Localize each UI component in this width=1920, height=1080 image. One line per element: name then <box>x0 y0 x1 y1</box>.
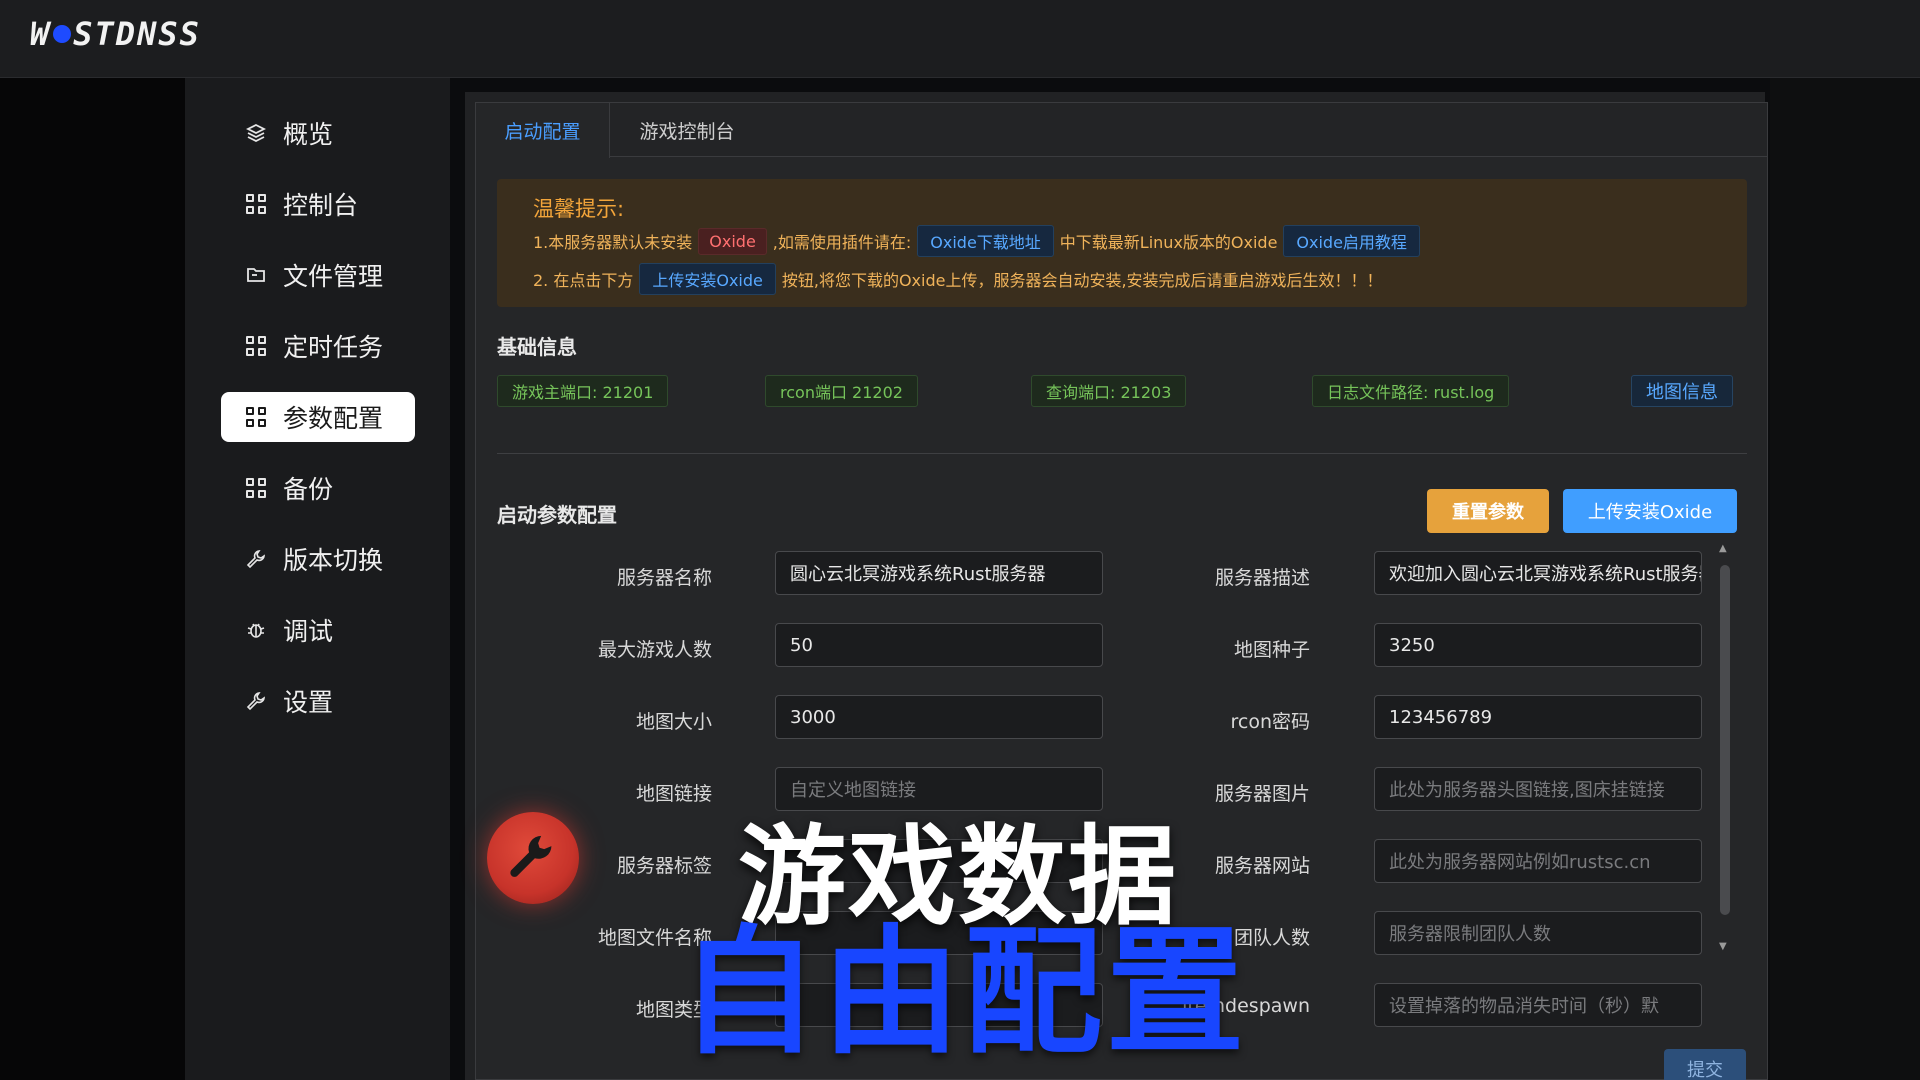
oxide-download-link[interactable]: Oxide下载地址 <box>917 225 1054 257</box>
notice-line-1: 1.本服务器默认未安装 Oxide ,如需使用插件请在: Oxide下载地址 中… <box>533 225 1426 257</box>
server-name-input[interactable]: 圆心云北冥游戏系统Rust服务器 <box>775 551 1103 595</box>
sidebar-item-files[interactable]: 文件管理 <box>221 250 415 300</box>
sidebar-item-label: 调试 <box>283 617 334 646</box>
sidebar-item-version[interactable]: 版本切换 <box>221 534 415 584</box>
top-bar: W STDNSS <box>0 0 1920 78</box>
basic-info-title: 基础信息 <box>497 335 577 359</box>
map-seed-input[interactable]: 3250 <box>1374 623 1702 667</box>
notice-text: 中下载最新Linux版本的Oxide <box>1059 233 1278 252</box>
scroll-up-icon[interactable]: ▲ <box>1719 543 1727 554</box>
scroll-thumb[interactable] <box>1720 565 1730 915</box>
field-label: 服务器名称 <box>616 567 712 589</box>
startup-config-title: 启动参数配置 <box>497 503 617 527</box>
upload-oxide-button[interactable]: 上传安装Oxide <box>1563 489 1737 533</box>
section-divider <box>497 453 1747 454</box>
submit-button[interactable]: 提交 <box>1664 1049 1746 1080</box>
sidebar-item-schedule[interactable]: 定时任务 <box>221 321 415 371</box>
sidebar-item-label: 参数配置 <box>283 404 384 433</box>
server-image-input[interactable]: 此处为服务器头图链接,图床挂链接 <box>1374 767 1702 811</box>
notice-text: 2. 在点击下方 <box>533 271 634 290</box>
sidebar-item-label: 概览 <box>283 120 334 149</box>
rcon-password-input[interactable]: 123456789 <box>1374 695 1702 739</box>
bug-icon <box>245 619 267 641</box>
notice-text: 1.本服务器默认未安装 <box>533 233 693 252</box>
tab-startup-config[interactable]: 启动配置 <box>476 103 610 158</box>
folder-icon <box>245 264 267 286</box>
oxide-tag: Oxide <box>698 227 767 255</box>
tab-bar: 启动配置 游戏控制台 <box>476 103 1767 158</box>
notice-title: 温馨提示: <box>533 197 625 221</box>
tab-game-console[interactable]: 游戏控制台 <box>610 103 764 157</box>
sidebar-item-overview[interactable]: 概览 <box>221 108 415 158</box>
server-description-input[interactable]: 欢迎加入圆心云北冥游戏系统Rust服务器 <box>1374 551 1702 595</box>
logo-dot-icon <box>53 25 72 43</box>
sidebar-item-debug[interactable]: 调试 <box>221 605 415 655</box>
grid-icon <box>245 335 267 357</box>
notice-text: 按钮,将您下载的Oxide上传，服务器会自动安装,安装完成后请重启游戏后生效！！… <box>781 271 1383 290</box>
grid-icon <box>245 477 267 499</box>
grid-icon <box>245 406 267 428</box>
right-gutter <box>1770 78 1920 1080</box>
notice-line-2: 2. 在点击下方 上传安装Oxide 按钮,将您下载的Oxide上传，服务器会自… <box>533 263 1383 295</box>
scroll-down-icon[interactable]: ▼ <box>1719 941 1727 952</box>
game-port-tag: 游戏主端口: 21201 <box>497 375 669 407</box>
map-info-button[interactable]: 地图信息 <box>1631 375 1733 407</box>
wrench-badge-icon <box>487 812 579 904</box>
overlay-caption-free-config: 自由配置 <box>680 912 1249 1073</box>
sidebar-item-settings[interactable]: 设置 <box>221 676 415 726</box>
layers-icon <box>245 122 267 144</box>
log-path-tag: 日志文件路径: rust.log <box>1312 375 1510 407</box>
warning-notice: 温馨提示: 1.本服务器默认未安装 Oxide ,如需使用插件请在: Oxide… <box>497 179 1747 307</box>
sidebar: 概览 控制台 文件管理 定时任务 参数配置 备份 版本切换 调试 设置 <box>185 78 450 1080</box>
left-gutter <box>0 78 185 1080</box>
map-size-input[interactable]: 3000 <box>775 695 1103 739</box>
upload-oxide-tag: 上传安装Oxide <box>639 263 776 295</box>
field-label: 地图链接 <box>635 783 712 805</box>
rcon-port-tag: rcon端口 21202 <box>765 375 918 407</box>
sidebar-item-label: 版本切换 <box>283 546 384 575</box>
sidebar-item-label: 控制台 <box>283 191 359 220</box>
wrench-icon <box>245 690 267 712</box>
team-size-input[interactable]: 服务器限制团队人数 <box>1374 911 1702 955</box>
sidebar-item-label: 备份 <box>283 475 334 504</box>
item-despawn-input[interactable]: 设置掉落的物品消失时间（秒）默 <box>1374 983 1702 1027</box>
server-website-input[interactable]: 此处为服务器网站例如rustsc.cn <box>1374 839 1702 883</box>
notice-text: ,如需使用插件请在: <box>772 233 912 252</box>
field-label: 地图种子 <box>1233 639 1310 661</box>
sidebar-item-label: 定时任务 <box>283 333 384 362</box>
sidebar-item-label: 文件管理 <box>283 262 384 291</box>
oxide-tutorial-link[interactable]: Oxide启用教程 <box>1283 225 1420 257</box>
sidebar-item-label: 设置 <box>283 688 334 717</box>
app-logo[interactable]: W STDNSS <box>30 14 201 54</box>
reset-params-button[interactable]: 重置参数 <box>1427 489 1549 533</box>
field-label: 服务器描述 <box>1214 567 1310 589</box>
sidebar-item-backup[interactable]: 备份 <box>221 463 415 513</box>
max-players-input[interactable]: 50 <box>775 623 1103 667</box>
form-scrollbar[interactable]: ▲ ▼ <box>1719 543 1731 955</box>
sidebar-item-params[interactable]: 参数配置 <box>221 392 415 442</box>
query-port-tag: 查询端口: 21203 <box>1031 375 1187 407</box>
wrench-icon <box>245 548 267 570</box>
sidebar-item-console[interactable]: 控制台 <box>221 179 415 229</box>
grid-icon <box>245 193 267 215</box>
field-label: 最大游戏人数 <box>597 639 712 661</box>
field-label: rcon密码 <box>1230 711 1310 733</box>
field-label: 地图大小 <box>635 711 712 733</box>
